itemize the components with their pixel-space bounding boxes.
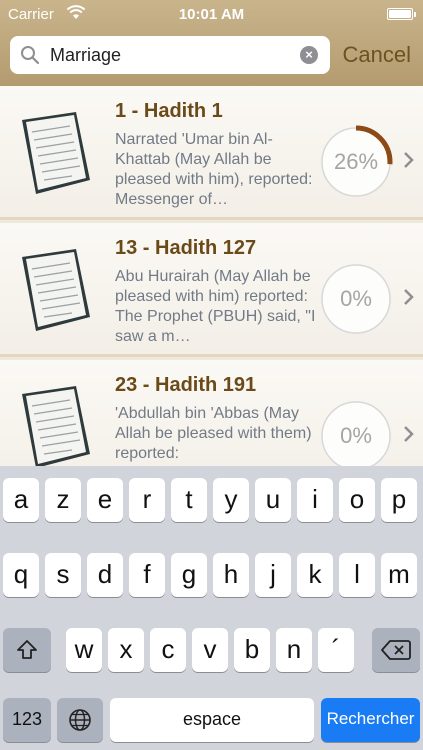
key[interactable]: x [108,628,144,672]
key[interactable]: j [255,553,291,597]
key[interactable]: k [297,553,333,597]
globe-icon [69,709,91,731]
clear-icon[interactable]: × [300,46,318,64]
hadith-title: 13 - Hadith 127 [115,237,257,259]
key[interactable]: e [87,478,123,522]
progress-label: 0% [340,423,372,448]
hadith-excerpt: Narrated 'Umar bin Al-Khattab (May Allah… [115,131,313,208]
search-icon [21,46,40,65]
status-bar: Carrier 10:01 AM [0,0,423,30]
key[interactable]: v [192,628,228,672]
key[interactable]: y [213,478,249,522]
key[interactable]: f [129,553,165,597]
key[interactable]: h [213,553,249,597]
document-icon [22,386,90,466]
results-list: 1 - Hadith 1 Narrated 'Umar bin Al-Khatt… [0,86,423,466]
key[interactable]: n [276,628,312,672]
key[interactable]: o [339,478,375,522]
progress-label: 26% [333,149,379,174]
key[interactable]: u [255,478,291,522]
key[interactable]: b [234,628,270,672]
keyboard: a z e r t y u i o p q s d f g h j k l m … [0,466,423,750]
key[interactable]: a [3,478,39,522]
clock: 10:01 AM [178,6,245,23]
cancel-button[interactable]: Cancel [343,42,411,68]
shift-key[interactable] [3,628,51,672]
key[interactable]: s [45,553,81,597]
space-key[interactable]: espace [110,698,314,742]
backspace-key[interactable] [372,628,420,672]
search-bar[interactable]: × [10,36,330,74]
hadith-excerpt: Abu Hurairah (May Allah be pleased with … [115,268,316,345]
hadith-title: 23 - Hadith 191 [115,374,257,396]
key[interactable]: p [381,478,417,522]
key[interactable]: r [129,478,165,522]
shift-icon [17,640,37,659]
hadith-excerpt: 'Abdullah bin 'Abbas (May Allah be pleas… [115,405,312,462]
document-icon [22,249,90,331]
search-input[interactable] [50,41,290,69]
list-item[interactable]: 23 - Hadith 191 'Abdullah bin 'Abbas (Ma… [0,360,423,466]
key[interactable]: t [171,478,207,522]
key[interactable]: q [3,553,39,597]
chevron-right-icon [404,426,414,442]
key[interactable]: l [339,553,375,597]
key[interactable]: c [150,628,186,672]
key[interactable]: m [381,553,417,597]
key[interactable]: i [297,478,333,522]
chevron-right-icon [404,152,414,168]
battery-icon [387,8,416,20]
list-item[interactable]: 13 - Hadith 127 Abu Hurairah (May Allah … [0,223,423,357]
numbers-key[interactable]: 123 [3,698,51,742]
chevron-right-icon [404,289,414,305]
key[interactable]: ´ [318,628,354,672]
key[interactable]: d [87,553,123,597]
globe-key[interactable] [57,698,103,742]
list-item[interactable]: 1 - Hadith 1 Narrated 'Umar bin Al-Khatt… [0,86,423,220]
hadith-title: 1 - Hadith 1 [115,100,223,122]
progress-label: 0% [340,286,372,311]
search-header: Carrier 10:01 AM × Cancel [0,0,423,86]
backspace-icon [381,640,411,660]
key[interactable]: w [66,628,102,672]
key[interactable]: z [45,478,81,522]
key[interactable]: g [171,553,207,597]
search-key[interactable]: Rechercher [321,698,420,742]
document-icon [22,112,90,194]
